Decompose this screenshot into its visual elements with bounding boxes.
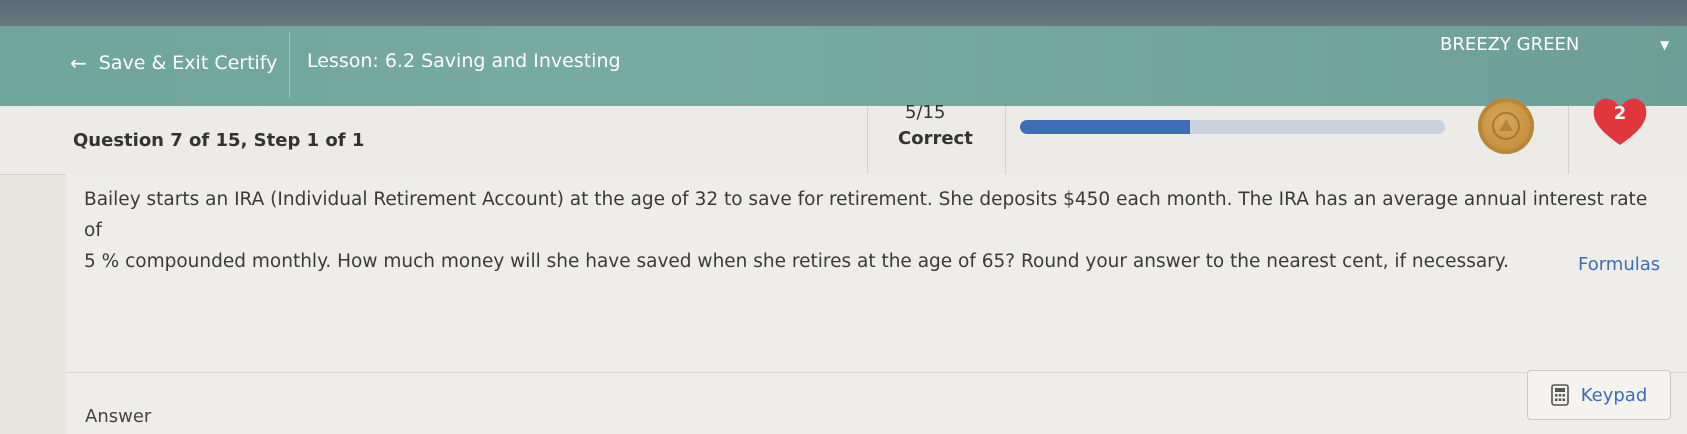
progress-divider (1005, 106, 1006, 174)
score-count: 5/15 (905, 102, 946, 123)
score-divider (867, 106, 868, 174)
lesson-title: Lesson: 6.2 Saving and Investing (307, 50, 621, 72)
question-text: Bailey starts an IRA (Individual Retirem… (84, 184, 1664, 277)
back-arrow-icon: ← (70, 51, 87, 75)
save-exit-button[interactable]: ← Save & Exit Certify (70, 48, 277, 78)
progress-bar (1020, 120, 1445, 134)
coin-badge-icon[interactable] (1478, 98, 1534, 154)
calculator-icon (1550, 384, 1569, 406)
browser-strip (0, 0, 1687, 28)
badge-divider (1568, 106, 1569, 174)
question-title: Question 7 of 15, Step 1 of 1 (73, 130, 365, 151)
answer-label: Answer (85, 406, 152, 427)
lives-count: 2 (1613, 103, 1627, 124)
header-divider (289, 32, 290, 98)
question-text-line-2: 5 % compounded monthly. How much money w… (84, 251, 1509, 272)
save-exit-label: Save & Exit Certify (98, 52, 278, 74)
user-menu[interactable]: BREEZY GREEN (1440, 34, 1579, 55)
keypad-label: Keypad (1580, 384, 1648, 406)
formulas-link[interactable]: Formulas (1578, 254, 1660, 275)
answer-divider (66, 372, 1687, 373)
progress-fill (1020, 120, 1190, 134)
keypad-button[interactable]: Keypad (1527, 370, 1671, 420)
caret-down-icon[interactable]: ▼ (1660, 38, 1669, 52)
question-text-line-1: Bailey starts an IRA (Individual Retirem… (84, 189, 1648, 241)
score-label: Correct (898, 128, 973, 149)
